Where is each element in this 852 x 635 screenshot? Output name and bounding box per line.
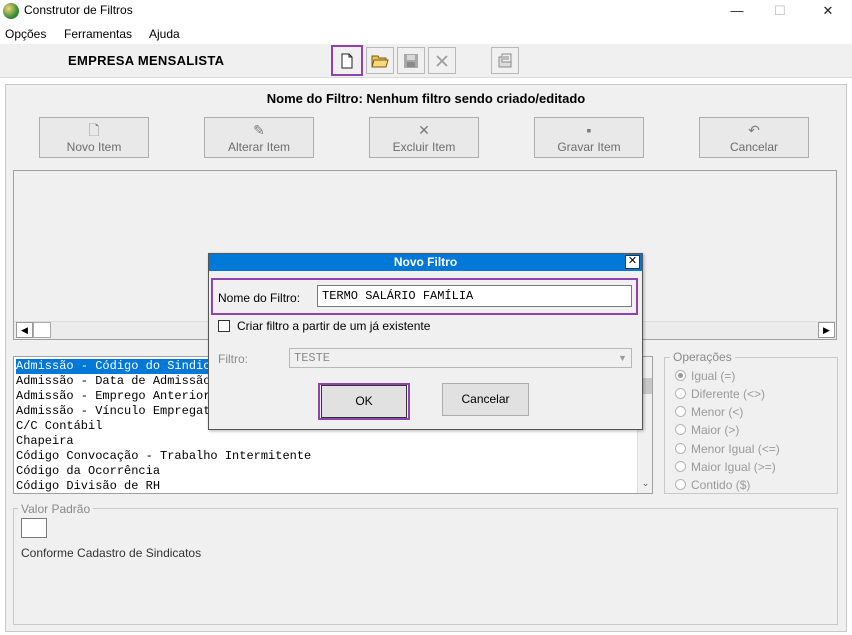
create-from-existing-checkbox[interactable] xyxy=(218,320,230,332)
open-filter-button[interactable] xyxy=(366,47,394,74)
delete-filter-button[interactable] xyxy=(428,47,456,74)
radio-button-icon xyxy=(675,370,686,381)
list-item[interactable]: Admissão - Vínculo Empregatício xyxy=(16,404,239,419)
radio-menor-igual[interactable]: Menor Igual (<=) xyxy=(675,442,780,456)
scroll-left-arrow-icon[interactable]: ◀ xyxy=(16,322,33,338)
chevron-down-icon[interactable]: ▼ xyxy=(614,349,631,367)
cancel-item-label: Cancelar xyxy=(729,140,779,154)
delete-item-label: Excluir Item xyxy=(392,140,456,154)
radio-maior[interactable]: Maior (>) xyxy=(675,423,739,437)
open-folder-icon xyxy=(371,55,389,67)
list-item[interactable]: Admissão - Código do Sindicato xyxy=(16,359,233,374)
radio-maior-igual[interactable]: Maior Igual (>=) xyxy=(675,460,776,474)
radio-igual[interactable]: Igual (=) xyxy=(675,369,735,383)
undo-icon: ↶ xyxy=(748,122,760,138)
cancel-item-button[interactable]: ↶ Cancelar xyxy=(699,117,809,158)
save-disk-icon xyxy=(404,53,418,68)
operations-label: Operações xyxy=(670,350,735,364)
scroll-down-arrow-icon[interactable]: ⌄ xyxy=(639,478,652,492)
radio-menor[interactable]: Menor (<) xyxy=(675,405,743,419)
menu-ferramentas[interactable]: Ferramentas xyxy=(64,27,132,41)
new-document-icon xyxy=(341,53,353,68)
filter-select[interactable]: TESTE xyxy=(289,348,632,368)
filter-select-label: Filtro: xyxy=(218,352,248,366)
new-item-label: Novo Item xyxy=(66,140,122,154)
save-item-icon: ▪ xyxy=(586,122,592,138)
list-item[interactable]: Admissão - Emprego Anterior xyxy=(16,389,210,404)
save-filter-button[interactable] xyxy=(397,47,425,74)
radio-button-icon xyxy=(675,479,686,490)
list-item[interactable]: Admissão - Data de Admissão xyxy=(16,374,210,389)
save-item-button[interactable]: ▪ Gravar Item xyxy=(534,117,644,158)
ok-button[interactable]: OK xyxy=(321,385,407,418)
radio-diferente[interactable]: Diferente (<>) xyxy=(675,387,765,401)
minimize-button[interactable]: — xyxy=(714,0,760,22)
create-from-existing-label: Criar filtro a partir de um já existente xyxy=(237,319,431,333)
radio-button-icon xyxy=(675,424,686,435)
menu-ajuda[interactable]: Ajuda xyxy=(149,27,180,41)
dialog-close-icon[interactable]: ✕ xyxy=(625,255,640,269)
delete-x-icon xyxy=(436,54,448,67)
delete-item-button[interactable]: ✕ Excluir Item xyxy=(369,117,479,158)
new-item-button[interactable]: 🗋 Novo Item xyxy=(39,117,149,158)
edit-item-button[interactable]: ✎ Alterar Item xyxy=(204,117,314,158)
new-item-icon: 🗋 xyxy=(88,122,100,138)
filter-name-label: Nome do Filtro: xyxy=(218,291,301,305)
radio-button-icon xyxy=(675,388,686,399)
delete-item-icon: ✕ xyxy=(418,122,430,138)
save-item-label: Gravar Item xyxy=(557,140,621,154)
edit-item-icon: ✎ xyxy=(253,122,265,138)
default-value-label: Valor Padrão xyxy=(18,502,94,516)
default-value-group xyxy=(13,508,838,625)
menu-opcoes[interactable]: Opções xyxy=(5,27,46,41)
dialog-title: Novo Filtro xyxy=(209,254,642,271)
radio-button-icon xyxy=(675,443,686,454)
new-filter-button[interactable] xyxy=(331,45,363,76)
company-name: EMPRESA MENSALISTA xyxy=(68,53,225,68)
close-window-button[interactable]: ✕ xyxy=(805,0,851,22)
list-item[interactable]: Chapeira xyxy=(16,434,74,449)
filter-name-heading: Nome do Filtro: Nenhum filtro sendo cria… xyxy=(266,91,586,106)
default-value-field[interactable] xyxy=(21,518,47,538)
maximize-button[interactable]: ☐ xyxy=(757,0,803,22)
edit-item-label: Alterar Item xyxy=(227,140,290,154)
radio-button-icon xyxy=(675,406,686,417)
radio-button-icon xyxy=(675,461,686,472)
scroll-thumb[interactable] xyxy=(33,322,51,338)
window-title: Construtor de Filtros xyxy=(24,3,133,17)
list-item[interactable]: Código da Ocorrência xyxy=(16,464,160,479)
cancel-button[interactable]: Cancelar xyxy=(442,383,529,416)
list-item[interactable]: C/C Contábil xyxy=(16,419,102,434)
app-icon xyxy=(3,3,19,19)
properties-button[interactable] xyxy=(491,47,519,74)
default-value-text: Conforme Cadastro de Sindicatos xyxy=(21,546,202,560)
scroll-right-arrow-icon[interactable]: ▶ xyxy=(818,322,835,338)
filter-name-input[interactable]: TERMO SALÁRIO FAMÍLIA xyxy=(317,285,632,307)
list-item[interactable]: Código Convocação - Trabalho Intermitent… xyxy=(16,449,311,464)
radio-contido[interactable]: Contido ($) xyxy=(675,478,750,492)
list-item[interactable]: Código Divisão de RH xyxy=(16,479,160,493)
properties-icon xyxy=(498,53,512,67)
